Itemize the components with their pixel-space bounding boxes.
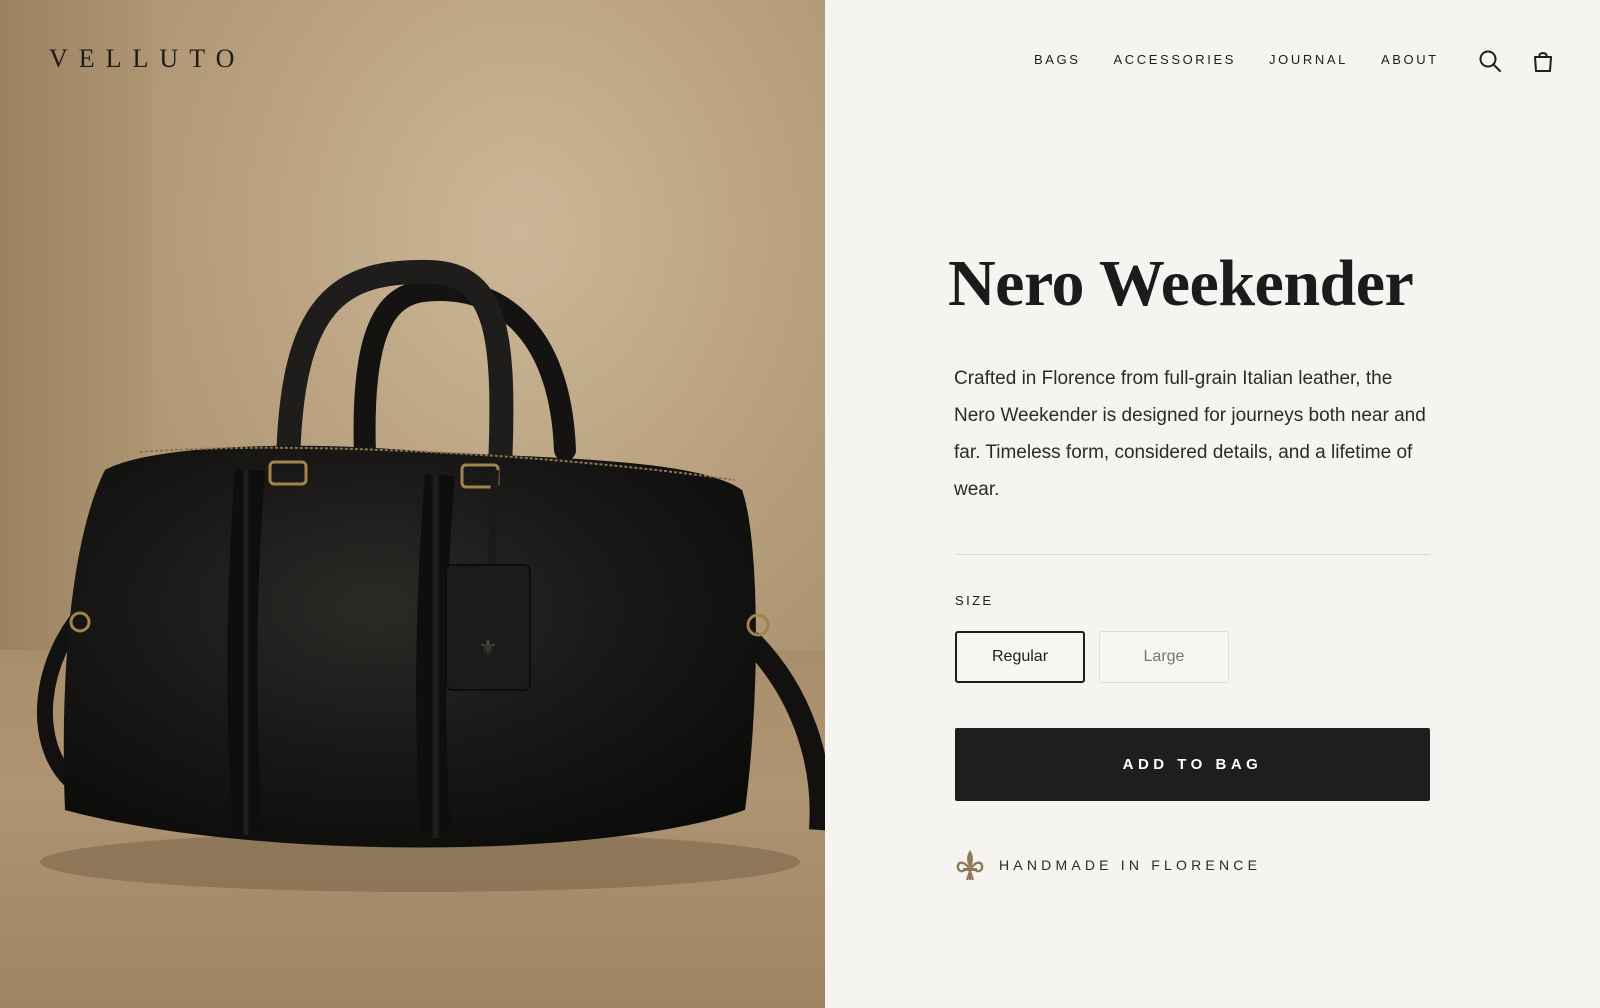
- product-title: Nero Weekender: [948, 247, 1414, 320]
- svg-text:⚜: ⚜: [478, 636, 498, 661]
- nav-item-journal[interactable]: JOURNAL: [1269, 52, 1348, 67]
- fleur-de-lis-icon: [956, 850, 984, 881]
- size-label: SIZE: [955, 593, 994, 608]
- nav-item-bags[interactable]: BAGS: [1034, 52, 1081, 67]
- weekender-bag-illustration: ⚜: [37, 259, 825, 892]
- craft-note: HANDMADE IN FLORENCE: [955, 848, 1261, 882]
- add-to-bag-button[interactable]: ADD TO BAG: [955, 728, 1430, 801]
- divider: [955, 554, 1430, 555]
- main-nav: BAGS ACCESSORIES JOURNAL ABOUT: [1034, 52, 1472, 67]
- craft-note-text: HANDMADE IN FLORENCE: [999, 857, 1262, 873]
- nav-item-about[interactable]: ABOUT: [1381, 52, 1439, 67]
- shopping-bag-icon[interactable]: [1531, 49, 1555, 73]
- size-option-large[interactable]: Large: [1099, 631, 1229, 683]
- search-icon[interactable]: [1478, 49, 1502, 73]
- hero-image: ⚜: [0, 0, 825, 1008]
- size-option-regular[interactable]: Regular: [955, 631, 1085, 683]
- nav-item-accessories[interactable]: ACCESSORIES: [1114, 52, 1237, 67]
- product-description: Crafted in Florence from full-grain Ital…: [954, 368, 1426, 500]
- brand-logo[interactable]: VELLUTO: [49, 44, 245, 74]
